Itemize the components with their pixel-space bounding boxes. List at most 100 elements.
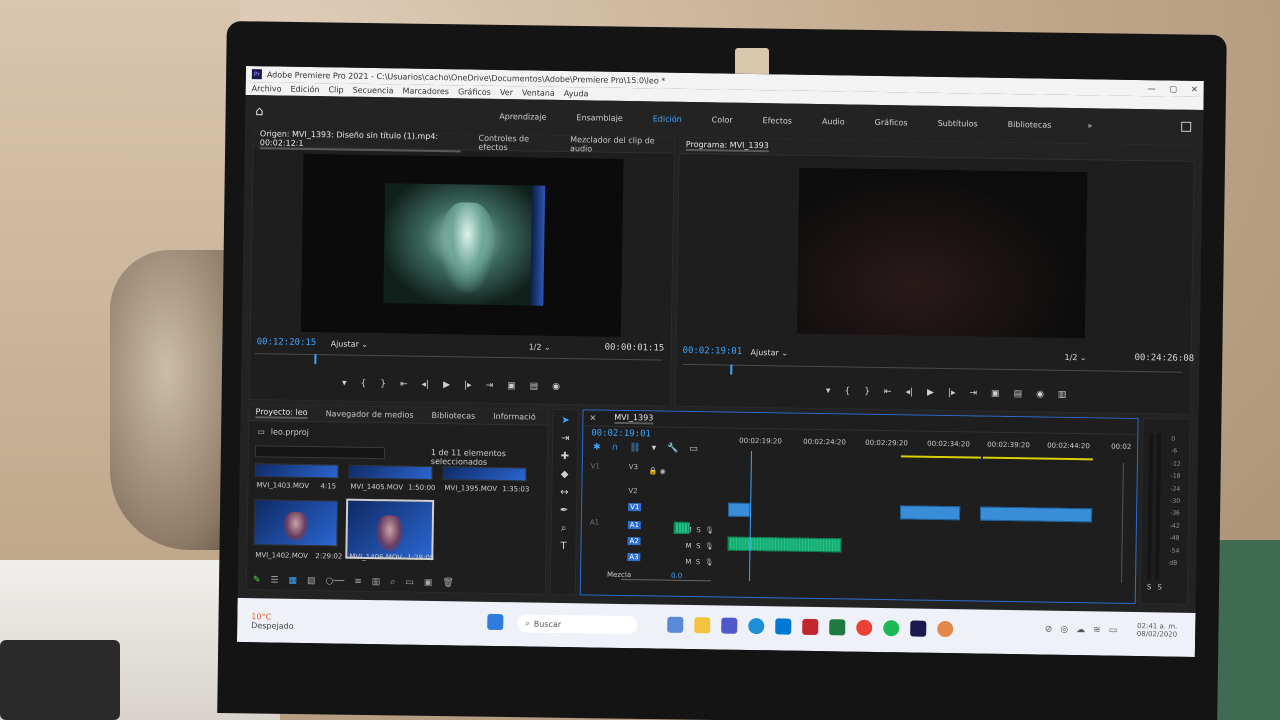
camera-icon[interactable]: ◉ <box>1036 389 1044 399</box>
track-target-a1[interactable]: A1 <box>590 518 599 526</box>
source-playhead[interactable] <box>314 354 317 365</box>
video-clip[interactable] <box>979 506 1093 523</box>
timeline-ruler[interactable]: 00:02:19:20 00:02:24:20 00:02:29:20 00:0… <box>727 435 1131 457</box>
app-taskbar-icon[interactable] <box>937 620 954 638</box>
network-off-icon[interactable]: ⊘ <box>1045 625 1053 635</box>
solo-right-button[interactable]: S <box>1157 583 1162 591</box>
go-to-out-icon[interactable]: ⇥ <box>486 381 494 391</box>
icon-view-icon[interactable]: ▦ <box>288 576 297 586</box>
home-icon[interactable]: ⌂ <box>255 104 269 119</box>
workspace-audio[interactable]: Audio <box>822 117 845 126</box>
mark-out-icon[interactable]: } <box>380 379 386 389</box>
bin-thumbnail[interactable] <box>253 499 339 547</box>
zoom-slider-icon[interactable]: ○── <box>325 576 344 586</box>
list-view-icon[interactable]: ☰ <box>270 575 278 585</box>
track-a2[interactable]: A2 <box>627 537 641 546</box>
mark-in-icon[interactable]: { <box>844 386 850 396</box>
insert-icon[interactable]: ▣ <box>507 381 516 391</box>
bin-thumbnail-selected[interactable] <box>345 498 435 561</box>
bin-thumbnail[interactable] <box>442 466 527 482</box>
program-playhead[interactable] <box>730 364 733 375</box>
timeline-timecode[interactable]: 00:02:19:01 <box>591 428 651 439</box>
menu-edicion[interactable]: Edición <box>290 85 319 94</box>
xbox-icon[interactable] <box>829 619 846 636</box>
camera-icon[interactable]: ◉ <box>552 382 560 392</box>
mute-button[interactable]: M <box>685 542 691 550</box>
maximize-button[interactable]: ▢ <box>1169 84 1177 93</box>
workspace-aprendizaje[interactable]: Aprendizaje <box>499 111 546 121</box>
ripple-edit-tool-icon[interactable]: ✚ <box>558 450 572 464</box>
timeline-vertical-scroll[interactable] <box>1120 462 1124 583</box>
chrome-icon[interactable] <box>856 619 873 636</box>
tab-info[interactable]: Informació <box>493 412 536 422</box>
mix-value[interactable]: 0.0 <box>671 572 682 580</box>
track-target-v1[interactable]: V1 <box>591 462 600 470</box>
file-explorer-icon[interactable] <box>694 617 711 634</box>
source-scrubber[interactable] <box>254 353 663 370</box>
sync-lock-icon[interactable]: 🔒 <box>649 467 658 475</box>
premiere-taskbar-icon[interactable] <box>910 620 927 637</box>
edge-icon[interactable] <box>748 617 765 635</box>
workspace-efectos[interactable]: Efectos <box>763 116 793 125</box>
linked-selection-icon[interactable]: ⛓ <box>629 443 641 453</box>
type-tool-icon[interactable]: T <box>556 540 570 554</box>
pen-tool-icon[interactable]: ✒ <box>557 504 571 518</box>
audio-keyframe-toggle[interactable] <box>673 521 690 535</box>
source-resolution-dropdown[interactable]: 1/2 ⌄ <box>529 342 551 351</box>
go-to-in-icon[interactable]: ⇤ <box>400 379 408 389</box>
workspace-color[interactable]: Color <box>712 115 733 124</box>
program-timecode[interactable]: 00:02:19:01 <box>683 346 743 357</box>
audio-clip[interactable] <box>727 536 842 553</box>
sort-icon[interactable]: ≡ <box>354 577 362 587</box>
taskbar-search-input[interactable]: ⌕ Buscar <box>517 614 638 635</box>
bin-item-name[interactable]: MVI_1402.MOV <box>255 551 308 560</box>
extract-icon[interactable]: ▤ <box>1014 389 1023 399</box>
go-to-out-icon[interactable]: ⇥ <box>969 388 977 398</box>
menu-ver[interactable]: Ver <box>500 88 513 97</box>
taskbar-clock[interactable]: 02:41 a. m. 08/02/2020 <box>1137 622 1178 639</box>
slip-tool-icon[interactable]: ↔ <box>557 486 571 500</box>
timeline-playhead[interactable] <box>748 450 753 581</box>
track-a1[interactable]: A1 <box>627 521 642 530</box>
netflix-icon[interactable] <box>802 618 819 636</box>
workspace-edicion[interactable]: Edición <box>653 114 682 123</box>
mute-button[interactable]: M <box>685 558 691 566</box>
hand-tool-icon[interactable]: ⌕ <box>557 522 571 536</box>
solo-button[interactable]: S <box>696 542 701 550</box>
step-forward-icon[interactable]: |▸ <box>948 388 956 398</box>
trash-icon[interactable]: 🗑 <box>442 578 454 588</box>
razor-tool-icon[interactable]: ◆ <box>558 468 572 482</box>
track-v1[interactable]: V1 <box>628 503 642 512</box>
share-icon[interactable] <box>1181 121 1192 132</box>
source-fit-dropdown[interactable]: Ajustar ⌄ <box>331 339 369 349</box>
new-bin-icon[interactable]: ▭ <box>405 578 414 588</box>
video-clip[interactable] <box>727 502 751 517</box>
workspace-subtitulos[interactable]: Subtítulos <box>938 118 978 128</box>
wifi-icon[interactable]: ≋ <box>1093 625 1101 635</box>
menu-clip[interactable]: Clip <box>328 85 343 94</box>
new-item-icon[interactable]: ▣ <box>424 578 433 588</box>
settings-wrench-icon[interactable]: 🔧 <box>667 444 678 454</box>
bin-item-name[interactable]: MVI_1403.MOV <box>256 481 309 490</box>
marker-icon[interactable]: ▾ <box>826 386 831 396</box>
step-back-icon[interactable]: ◂| <box>421 380 429 390</box>
workspace-more-button[interactable]: » <box>1087 121 1092 130</box>
security-icon[interactable]: ◎ <box>1060 625 1068 635</box>
menu-marcadores[interactable]: Marcadores <box>403 86 450 96</box>
mark-in-icon[interactable]: { <box>360 379 366 389</box>
mark-out-icon[interactable]: } <box>864 387 870 397</box>
bin-item-name[interactable]: MVI_1406.MOV <box>349 553 402 562</box>
tab-audio-clip-mixer[interactable]: Mezclador del clip de audio <box>570 135 668 155</box>
source-timecode[interactable]: 00:12:20:15 <box>257 337 317 348</box>
program-scrubber[interactable] <box>682 363 1183 382</box>
start-icon[interactable] <box>487 613 504 631</box>
menu-archivo[interactable]: Archivo <box>252 84 282 93</box>
tab-media-browser[interactable]: Navegador de medios <box>326 409 414 419</box>
tab-program[interactable]: Programa: MVI_1393 <box>685 139 769 153</box>
menu-ventana[interactable]: Ventana <box>522 88 555 98</box>
bin-item-name[interactable]: MVI_1395.MOV <box>444 484 497 493</box>
solo-button[interactable]: S <box>696 526 701 534</box>
track-v2[interactable]: V2 <box>628 487 637 495</box>
bin-thumbnail[interactable] <box>254 463 339 479</box>
minimize-button[interactable]: — <box>1147 84 1155 93</box>
